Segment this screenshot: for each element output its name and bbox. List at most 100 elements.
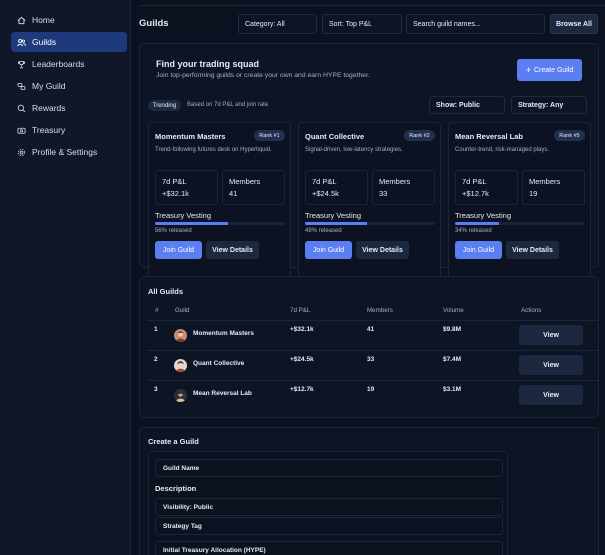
sidebar-item-guilds[interactable]: Guilds xyxy=(11,32,127,52)
trophy-icon xyxy=(17,60,26,68)
create-guild-label: Create Guild xyxy=(533,66,574,74)
view-guild-button[interactable]: View xyxy=(519,355,583,375)
vesting-text: 34% released xyxy=(455,228,492,234)
rank-cell: 2 xyxy=(154,356,158,363)
pnl-cell: +$24.5k xyxy=(290,356,314,363)
main-content: Guilds Category: All Sort: Top P&L Searc… xyxy=(131,0,605,555)
view-guild-button[interactable]: View xyxy=(519,385,583,405)
users-icon xyxy=(17,38,26,46)
vesting-text: 56% released xyxy=(155,228,192,234)
hero-title: Find your trading squad xyxy=(156,59,259,69)
guild-name-cell[interactable]: Momentum Masters xyxy=(193,330,254,337)
sidebar-item-home[interactable]: Home xyxy=(11,10,127,30)
vesting-text: 48% released xyxy=(305,228,342,234)
guild-name-cell[interactable]: Mean Reversal Lab xyxy=(193,390,252,397)
create-guild-button[interactable]: + Create Guild xyxy=(517,59,582,81)
volume-cell: $7.4M xyxy=(443,356,462,363)
sort-select[interactable]: Sort: Top P&L xyxy=(322,14,402,34)
members-label: Members xyxy=(229,177,261,186)
guild-avatar xyxy=(174,359,187,372)
vesting-progress xyxy=(455,222,585,225)
view-details-button[interactable]: View Details xyxy=(356,241,409,259)
vesting-label: Treasury Vesting xyxy=(155,211,211,220)
rank-cell: 3 xyxy=(154,386,158,393)
sidebar-item-my-guild[interactable]: My Guild xyxy=(11,76,127,96)
sidebar-item-profile-settings[interactable]: Profile & Settings xyxy=(11,142,127,162)
section-title: Create a Guild xyxy=(148,437,199,446)
wallet-icon xyxy=(17,127,26,134)
members-value: 19 xyxy=(529,189,538,198)
guild-card: Mean Reversal Lab Rank #5 Counter-trend,… xyxy=(448,122,591,292)
link-icon xyxy=(17,82,26,90)
visibility-filter[interactable]: Show: Public xyxy=(429,96,505,114)
sidebar-item-leaderboards[interactable]: Leaderboards xyxy=(11,54,127,74)
strategy-tag-input[interactable]: Strategy Tag xyxy=(155,517,503,535)
guild-description: Trend-following futures desk on Hyperliq… xyxy=(155,147,272,153)
visibility-select[interactable]: Visibility: Public xyxy=(155,498,503,516)
all-guilds-panel: All Guilds # Guild 7d P&L Members Volume… xyxy=(139,276,599,418)
search-input[interactable]: Search guild names... xyxy=(406,14,545,34)
vesting-fill xyxy=(155,222,228,225)
column-header: Members xyxy=(367,307,393,314)
vesting-progress xyxy=(305,222,435,225)
vesting-fill xyxy=(455,222,500,225)
sidebar-item-label: Leaderboards xyxy=(32,59,85,69)
sidebar-item-label: Home xyxy=(32,15,55,25)
section-title: All Guilds xyxy=(148,287,184,296)
gift-icon xyxy=(17,104,26,112)
members-stat: Members 41 xyxy=(222,170,285,205)
table-row: 2 Quant Collective +$24.5k 33 $7.4M View xyxy=(147,350,598,380)
view-details-button[interactable]: View Details xyxy=(506,241,559,259)
browse-all-button[interactable]: Browse All xyxy=(550,14,598,34)
rank-badge: Rank #2 xyxy=(404,130,435,141)
volume-cell: $9.8M xyxy=(443,326,462,333)
trending-note: Based on 7d P&L and join rate xyxy=(187,102,269,108)
pnl-label: 7d P&L xyxy=(162,177,187,186)
members-cell: 19 xyxy=(367,386,375,393)
category-select[interactable]: Category: All xyxy=(238,14,317,34)
column-header: Guild xyxy=(175,307,190,314)
members-cell: 33 xyxy=(367,356,375,363)
vesting-label: Treasury Vesting xyxy=(305,211,361,220)
vesting-progress xyxy=(155,222,285,225)
rank-cell: 1 xyxy=(154,326,158,333)
view-guild-button[interactable]: View xyxy=(519,325,583,345)
pnl-label: 7d P&L xyxy=(312,177,337,186)
members-value: 41 xyxy=(229,189,238,198)
pnl-value: +$32.1k xyxy=(162,189,189,198)
strategy-filter[interactable]: Strategy: Any xyxy=(511,96,587,114)
treasury-allocation-input[interactable]: Initial Treasury Allocation (HYPE) xyxy=(155,541,503,555)
guild-name-input[interactable]: Guild Name xyxy=(155,459,503,477)
guild-card: Momentum Masters Rank #1 Trend-following… xyxy=(148,122,291,292)
guild-name: Quant Collective xyxy=(305,132,365,141)
sidebar-item-treasury[interactable]: Treasury xyxy=(11,120,127,140)
view-details-button[interactable]: View Details xyxy=(206,241,259,259)
vesting-fill xyxy=(305,222,368,225)
pnl-value: +$24.5k xyxy=(312,189,339,198)
members-cell: 41 xyxy=(367,326,375,333)
join-guild-button[interactable]: Join Guild xyxy=(305,241,352,259)
guild-description: Signal-driven, low-latency strategies. xyxy=(305,147,403,153)
guild-card: Quant Collective Rank #2 Signal-driven, … xyxy=(298,122,441,292)
guild-name-cell[interactable]: Quant Collective xyxy=(193,360,244,367)
column-header: Actions xyxy=(521,307,542,314)
pnl-value: +$12.7k xyxy=(462,189,489,198)
page-title: Guilds xyxy=(139,18,169,29)
divider xyxy=(139,5,605,6)
table-row: 3 Mean Reversal Lab +$12.7k 19 $3.1M Vie… xyxy=(147,380,598,410)
members-stat: Members 33 xyxy=(372,170,435,205)
pnl-cell: +$32.1k xyxy=(290,326,314,333)
pnl-stat: 7d P&L +$12.7k xyxy=(455,170,518,205)
rank-badge: Rank #1 xyxy=(254,130,285,141)
join-guild-button[interactable]: Join Guild xyxy=(455,241,502,259)
guild-avatar xyxy=(174,329,187,342)
volume-cell: $3.1M xyxy=(443,386,462,393)
sidebar-item-rewards[interactable]: Rewards xyxy=(11,98,127,118)
discover-panel: Find your trading squad Join top-perform… xyxy=(139,43,599,292)
guild-description: Counter-trend, risk-managed plays. xyxy=(455,147,550,153)
guild-avatar xyxy=(174,389,187,402)
members-label: Members xyxy=(379,177,411,186)
pnl-label: 7d P&L xyxy=(462,177,487,186)
join-guild-button[interactable]: Join Guild xyxy=(155,241,202,259)
members-label: Members xyxy=(529,177,561,186)
